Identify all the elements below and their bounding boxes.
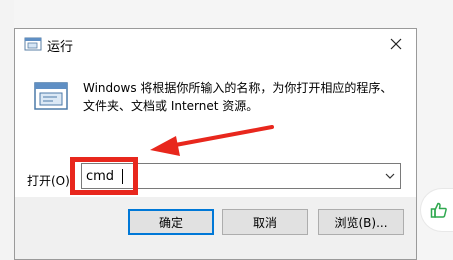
side-widget[interactable] — [420, 188, 453, 232]
ok-button[interactable]: 确定 — [128, 209, 214, 235]
run-dialog: 运行 Windows 将根据你所输入的名称，为你打开相应的程序、文件夹、文档或 … — [14, 28, 417, 260]
dialog-content: Windows 将根据你所输入的名称，为你打开相应的程序、文件夹、文档或 Int… — [15, 59, 416, 197]
open-label: 打开(O): — [27, 174, 74, 188]
run-icon — [34, 82, 68, 110]
highlight-box — [70, 157, 138, 195]
thumbs-up-icon — [430, 202, 447, 218]
title-bar[interactable]: 运行 — [15, 29, 416, 59]
button-bar: 确定 取消 浏览(B)... — [15, 197, 416, 259]
page-background — [0, 0, 14, 260]
close-icon — [390, 38, 402, 50]
browse-button[interactable]: 浏览(B)... — [318, 209, 404, 235]
dialog-title: 运行 — [47, 40, 74, 55]
dropdown-button[interactable] — [380, 164, 400, 188]
chevron-down-icon — [385, 173, 395, 179]
dialog-description: Windows 将根据你所输入的名称，为你打开相应的程序、文件夹、文档或 Int… — [83, 81, 393, 113]
close-button[interactable] — [376, 29, 416, 59]
run-icon — [24, 37, 42, 51]
cancel-button[interactable]: 取消 — [222, 209, 308, 235]
